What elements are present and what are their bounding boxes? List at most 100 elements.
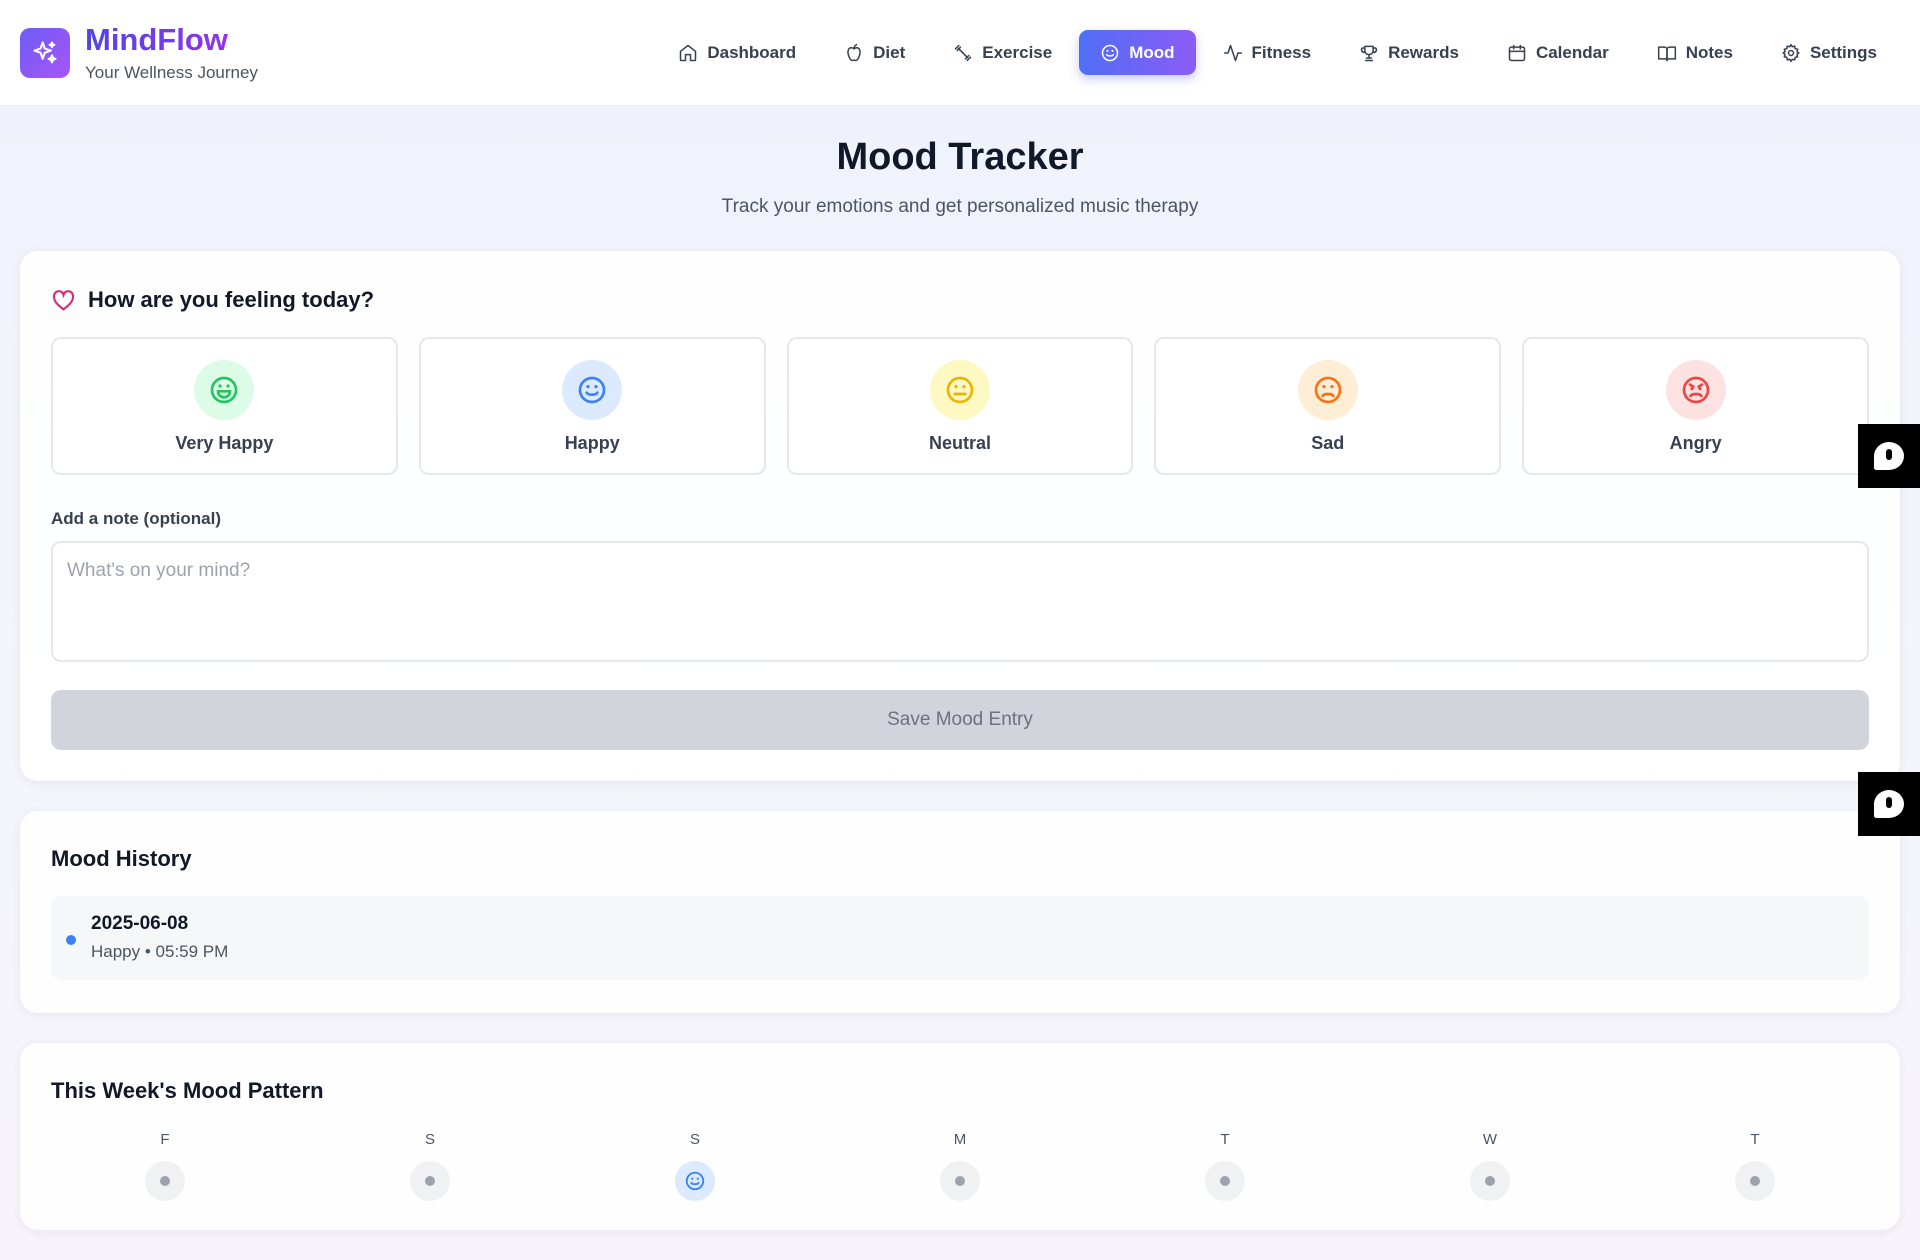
nav-label: Calendar xyxy=(1535,42,1609,62)
chat-widget-button[interactable] xyxy=(1858,424,1920,488)
gear-icon xyxy=(1782,43,1800,62)
dumbbell-icon xyxy=(955,44,972,61)
home-icon xyxy=(680,44,697,61)
trophy-icon xyxy=(1360,45,1378,61)
page-subtitle: Track your emotions and get personalized… xyxy=(721,196,1199,217)
laugh-icon xyxy=(211,376,238,404)
nav-rewards[interactable]: Rewards xyxy=(1338,30,1480,75)
note-textarea[interactable] xyxy=(51,541,1869,662)
history-date: 2025-06-08 xyxy=(91,913,189,934)
mood-icon-circle xyxy=(1297,360,1358,420)
nav-dashboard[interactable]: Dashboard xyxy=(657,30,817,75)
nav-label: Rewards xyxy=(1388,42,1459,62)
brand-tagline: Your Wellness Journey xyxy=(85,63,258,82)
heart-icon xyxy=(52,289,75,311)
nav-exercise[interactable]: Exercise xyxy=(932,30,1073,75)
smile-icon xyxy=(578,376,606,404)
day-column: S xyxy=(410,1131,450,1201)
empty-dot xyxy=(955,1176,965,1186)
day-mood-indicator xyxy=(145,1161,185,1201)
history-title: Mood History xyxy=(51,846,192,871)
history-entry[interactable]: 2025-06-08 Happy • 05:59 PM xyxy=(51,896,1869,980)
empty-dot xyxy=(1485,1176,1495,1186)
day-mood-indicator xyxy=(1735,1161,1775,1201)
activity-icon xyxy=(1223,44,1242,61)
mood-icon-circle xyxy=(562,360,623,420)
mood-option-very-happy[interactable]: Very Happy xyxy=(51,337,398,475)
nav-diet[interactable]: Diet xyxy=(823,30,926,75)
nav-label: Settings xyxy=(1809,42,1877,62)
logo[interactable] xyxy=(20,28,70,78)
mood-option-sad[interactable]: Sad xyxy=(1154,337,1502,475)
nav-settings[interactable]: Settings xyxy=(1760,30,1898,75)
book-icon xyxy=(1657,45,1676,61)
nav-label: Dashboard xyxy=(707,42,797,62)
question-text: How are you feeling today? xyxy=(88,287,375,312)
app-header: MindFlow Your Wellness Journey Dashboard… xyxy=(0,0,1920,106)
day-column: T xyxy=(1205,1131,1245,1201)
question-row: How are you feeling today? xyxy=(51,287,374,313)
mood-option-happy[interactable]: Happy xyxy=(418,337,766,475)
day-column: T xyxy=(1735,1131,1775,1201)
main-nav: Dashboard Diet Exercise Mood Fitness Rew… xyxy=(657,30,1898,75)
day-letter: M xyxy=(953,1131,967,1148)
day-mood-indicator xyxy=(410,1161,450,1201)
history-meta: Happy • 05:59 PM xyxy=(91,942,229,961)
nav-mood[interactable]: Mood xyxy=(1079,30,1196,75)
day-mood-indicator xyxy=(1470,1161,1510,1201)
day-mood-indicator xyxy=(675,1161,715,1201)
empty-dot xyxy=(1220,1176,1230,1186)
week-title: This Week's Mood Pattern xyxy=(51,1078,324,1103)
nav-label: Diet xyxy=(873,42,906,62)
day-letter: F xyxy=(160,1131,170,1148)
nav-label: Mood xyxy=(1129,42,1175,62)
brand-name: MindFlow xyxy=(85,22,228,57)
mood-icon-circle xyxy=(1665,360,1726,420)
nav-calendar[interactable]: Calendar xyxy=(1486,30,1630,75)
page-title: Mood Tracker xyxy=(836,136,1084,178)
smile-icon xyxy=(1101,44,1119,61)
mood-label: Angry xyxy=(1669,433,1722,453)
nav-label: Exercise xyxy=(982,42,1053,62)
smile-icon xyxy=(685,1171,705,1191)
calendar-icon xyxy=(1508,44,1526,61)
nav-fitness[interactable]: Fitness xyxy=(1202,30,1333,75)
day-letter: S xyxy=(424,1131,435,1148)
chat-bubble-icon xyxy=(1874,790,1904,818)
day-column: M xyxy=(940,1131,980,1201)
empty-dot xyxy=(425,1176,435,1186)
mood-option-neutral[interactable]: Neutral xyxy=(786,337,1134,475)
apple-icon xyxy=(847,43,861,61)
sparkles-icon xyxy=(33,41,57,64)
mood-entry-card: How are you feeling today? Very Happy Ha… xyxy=(20,251,1900,781)
mood-label: Happy xyxy=(564,433,620,453)
mood-icon-circle xyxy=(194,360,255,420)
history-mood-dot xyxy=(66,935,76,945)
mood-label: Sad xyxy=(1311,433,1345,453)
day-mood-indicator xyxy=(1205,1161,1245,1201)
mood-options: Very Happy Happy Neutral Sad Angry xyxy=(51,337,1869,475)
day-column: S xyxy=(675,1131,715,1201)
chat-bubble-icon xyxy=(1874,442,1904,470)
mood-history-card: Mood History 2025-06-08 Happy • 05:59 PM xyxy=(20,811,1900,1013)
frown-icon xyxy=(1314,376,1342,404)
meh-icon xyxy=(946,376,974,404)
nav-label: Fitness xyxy=(1251,42,1312,62)
day-letter: S xyxy=(689,1131,700,1148)
day-letter: W xyxy=(1482,1131,1498,1148)
week-days: F S S M T W T xyxy=(51,1131,1869,1201)
empty-dot xyxy=(160,1176,170,1186)
mood-option-angry[interactable]: Angry xyxy=(1522,337,1869,475)
nav-label: Notes xyxy=(1685,42,1733,62)
empty-dot xyxy=(1750,1176,1760,1186)
day-letter: T xyxy=(1220,1131,1230,1148)
day-letter: T xyxy=(1750,1131,1760,1148)
angry-icon xyxy=(1682,376,1709,404)
note-label: Add a note (optional) xyxy=(51,509,221,528)
chat-widget-button-secondary[interactable] xyxy=(1858,772,1920,836)
save-mood-button[interactable]: Save Mood Entry xyxy=(51,690,1869,750)
nav-notes[interactable]: Notes xyxy=(1636,30,1754,75)
day-column: W xyxy=(1470,1131,1510,1201)
mood-icon-circle xyxy=(929,360,990,420)
mood-label: Neutral xyxy=(928,433,991,453)
